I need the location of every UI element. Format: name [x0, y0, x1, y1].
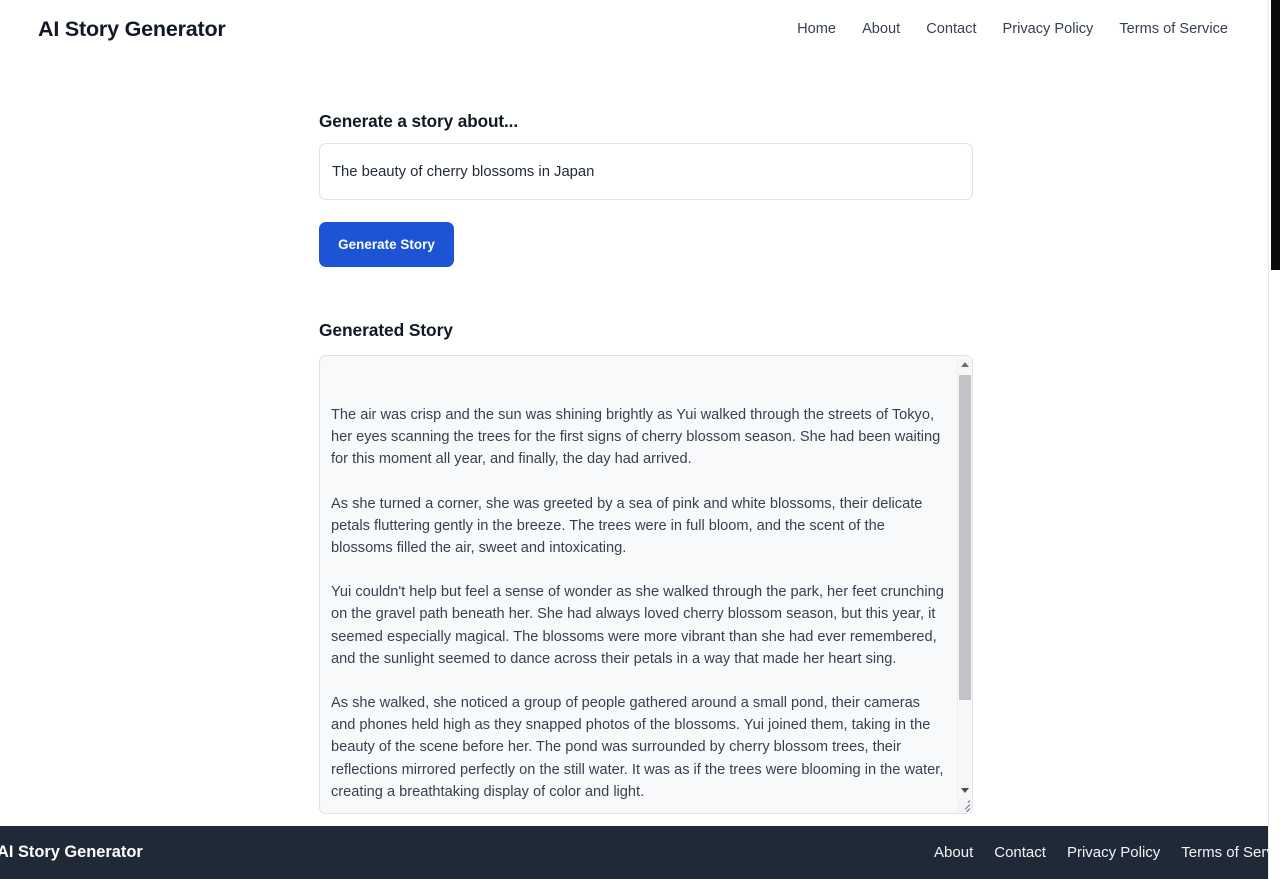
- scroll-up-arrow-icon[interactable]: [958, 357, 972, 372]
- footer-link-privacy-policy[interactable]: Privacy Policy: [1067, 844, 1160, 861]
- story-paragraph: As she turned a corner, she was greeted …: [331, 495, 923, 557]
- site-brand: AI Story Generator: [38, 16, 226, 41]
- story-scrollbar[interactable]: [957, 357, 972, 812]
- generated-story-textarea[interactable]: The air was crisp and the sun was shinin…: [319, 355, 973, 814]
- story-text-content[interactable]: The air was crisp and the sun was shinin…: [320, 356, 959, 813]
- footer-brand: AI Story Generator: [0, 843, 143, 861]
- main-navigation: Home About Contact Privacy Policy Terms …: [797, 21, 1228, 37]
- story-paragraph: As she walked, she noticed a group of pe…: [331, 695, 944, 800]
- textarea-resize-handle-icon[interactable]: [957, 798, 971, 812]
- site-footer: AI Story Generator About Contact Privacy…: [0, 826, 1280, 879]
- generate-story-button[interactable]: Generate Story: [319, 222, 454, 267]
- page-scrollbar[interactable]: [1268, 0, 1280, 879]
- footer-link-contact[interactable]: Contact: [994, 844, 1046, 861]
- page-root: AI Story Generator Home About Contact Pr…: [0, 0, 1280, 879]
- main-content: Generate a story about... Generate Story…: [0, 58, 1268, 814]
- story-prompt-form: Generate a story about... Generate Story: [319, 58, 973, 267]
- nav-link-contact[interactable]: Contact: [926, 21, 976, 37]
- scrollbar-thumb[interactable]: [959, 375, 971, 700]
- story-paragraph: Yui couldn't help but feel a sense of wo…: [331, 584, 944, 667]
- generated-story-section: Generated Story The air was crisp and th…: [319, 267, 973, 814]
- footer-navigation: About Contact Privacy Policy Terms of Se…: [934, 844, 1280, 861]
- nav-link-privacy-policy[interactable]: Privacy Policy: [1003, 21, 1094, 37]
- scroll-down-arrow-icon[interactable]: [958, 783, 972, 798]
- story-paragraph: The air was crisp and the sun was shinin…: [331, 407, 941, 468]
- nav-link-terms-of-service[interactable]: Terms of Service: [1119, 21, 1228, 37]
- story-prompt-input[interactable]: [319, 143, 973, 200]
- footer-link-about[interactable]: About: [934, 844, 973, 861]
- content-container: Generate a story about... Generate Story…: [319, 58, 973, 814]
- nav-link-home[interactable]: Home: [797, 21, 836, 37]
- page-scrollbar-thumb[interactable]: [1271, 0, 1280, 270]
- prompt-label: Generate a story about...: [319, 111, 519, 131]
- generated-story-title: Generated Story: [319, 320, 453, 340]
- footer-link-terms-of-service[interactable]: Terms of Service: [1181, 844, 1280, 861]
- site-header: AI Story Generator Home About Contact Pr…: [0, 0, 1268, 58]
- nav-link-about[interactable]: About: [862, 21, 900, 37]
